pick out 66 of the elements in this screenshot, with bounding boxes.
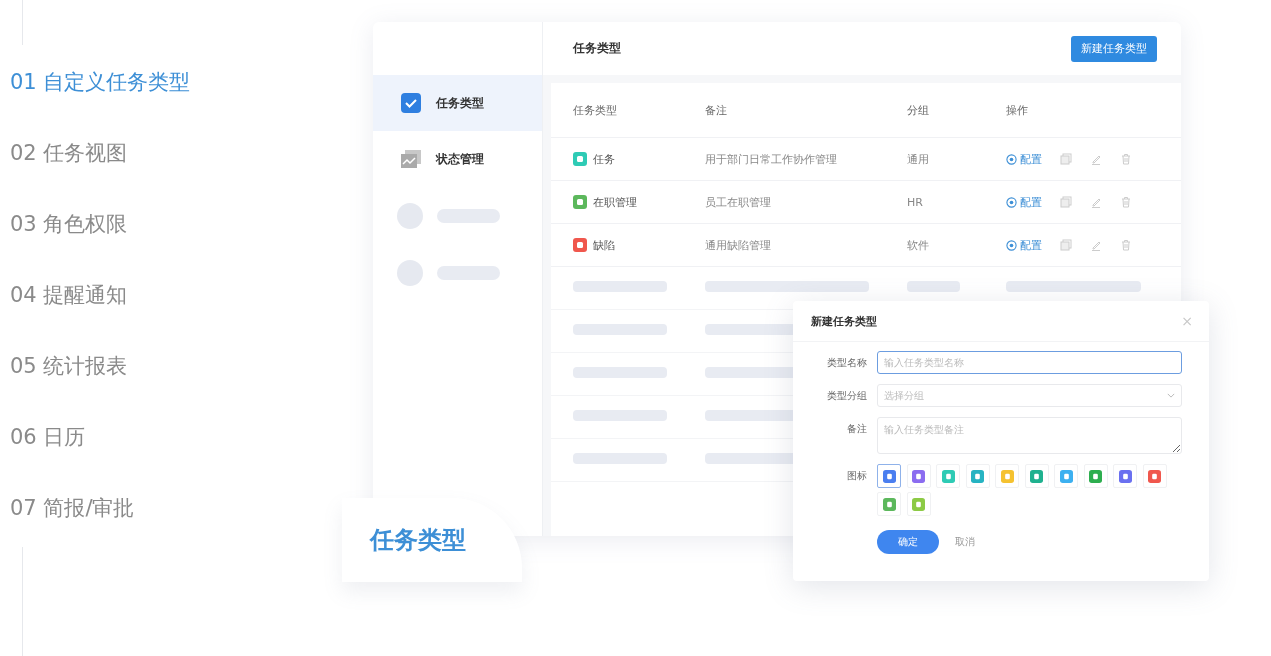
column-header: 分组	[907, 102, 930, 118]
target-icon	[1006, 196, 1017, 208]
table-cell-text: 通用	[907, 151, 930, 167]
confirm-button[interactable]: 确定	[877, 530, 939, 554]
sidebar-item[interactable]: 状态管理	[373, 131, 542, 187]
chart-icon	[400, 148, 422, 170]
column-header: 操作	[1006, 102, 1029, 118]
feature-link[interactable]: 05 统计报表	[10, 351, 128, 381]
target-icon	[1006, 153, 1017, 165]
copy-icon[interactable]	[1060, 239, 1072, 251]
copy-icon[interactable]	[1060, 153, 1072, 165]
app-icon	[1089, 469, 1102, 483]
app-icon	[912, 497, 925, 511]
new-type-button[interactable]: 新建任务类型	[1071, 35, 1157, 62]
field-label: 类型名称	[826, 356, 868, 370]
table-cell: 在职管理	[593, 194, 637, 210]
target-icon	[1006, 239, 1017, 251]
feature-link[interactable]: 07 简报/审批	[10, 493, 135, 523]
page-title: 任务类型	[573, 40, 621, 57]
sidebar-item[interactable]: 任务类型	[373, 75, 542, 131]
placeholder-avatar	[397, 259, 423, 286]
placeholder-avatar	[397, 202, 423, 229]
app-icon	[941, 469, 955, 483]
table-cell-text: 员工在职管理	[705, 194, 772, 210]
app-icon	[882, 497, 896, 511]
field-label: 图标	[846, 469, 868, 483]
icon-option[interactable]	[877, 464, 901, 488]
chevron-down-icon	[1167, 393, 1175, 398]
app-icon	[1148, 469, 1161, 483]
delete-icon[interactable]	[1120, 196, 1132, 208]
app-icon	[912, 469, 925, 483]
feature-link[interactable]: 06 日历	[10, 422, 86, 452]
section-badge: 任务类型	[342, 498, 522, 582]
configure-link[interactable]: 配置	[1006, 237, 1042, 253]
feature-link[interactable]: 04 提醒通知	[10, 280, 128, 310]
app-icon	[882, 469, 896, 483]
field-label: 备注	[846, 422, 868, 436]
table-cell-text: 用于部门日常工作协作管理	[705, 151, 838, 167]
edit-icon[interactable]	[1090, 153, 1102, 165]
app-icon	[971, 469, 984, 483]
feature-link[interactable]: 01 自定义任务类型	[10, 67, 191, 97]
delete-icon[interactable]	[1120, 239, 1132, 251]
feature-link[interactable]: 03 角色权限	[10, 209, 128, 239]
placeholder-bar	[907, 281, 960, 292]
table-cell: 任务	[593, 151, 615, 167]
edit-icon[interactable]	[1090, 196, 1102, 208]
table-cell-text: 软件	[907, 237, 930, 253]
checkbox-icon	[400, 92, 422, 114]
feature-link[interactable]: 02 任务视图	[10, 138, 128, 168]
copy-icon[interactable]	[1060, 196, 1072, 208]
column-header: 任务类型	[573, 102, 618, 118]
cancel-button[interactable]: 取消	[949, 534, 981, 550]
table-cell: 缺陷	[593, 237, 615, 253]
field-label: 类型分组	[826, 389, 868, 403]
app-icon	[1030, 469, 1043, 483]
dialog-title: 新建任务类型	[811, 313, 877, 329]
configure-link[interactable]: 配置	[1006, 151, 1042, 167]
app-icon	[1118, 469, 1132, 483]
column-header: 备注	[705, 102, 728, 118]
app-icon	[1000, 469, 1014, 483]
table-cell-text: 通用缺陷管理	[705, 237, 772, 253]
edit-icon[interactable]	[1090, 239, 1102, 251]
configure-link[interactable]: 配置	[1006, 194, 1042, 210]
table-cell-text: HR	[907, 195, 924, 209]
delete-icon[interactable]	[1120, 153, 1132, 165]
app-icon	[1059, 469, 1073, 483]
